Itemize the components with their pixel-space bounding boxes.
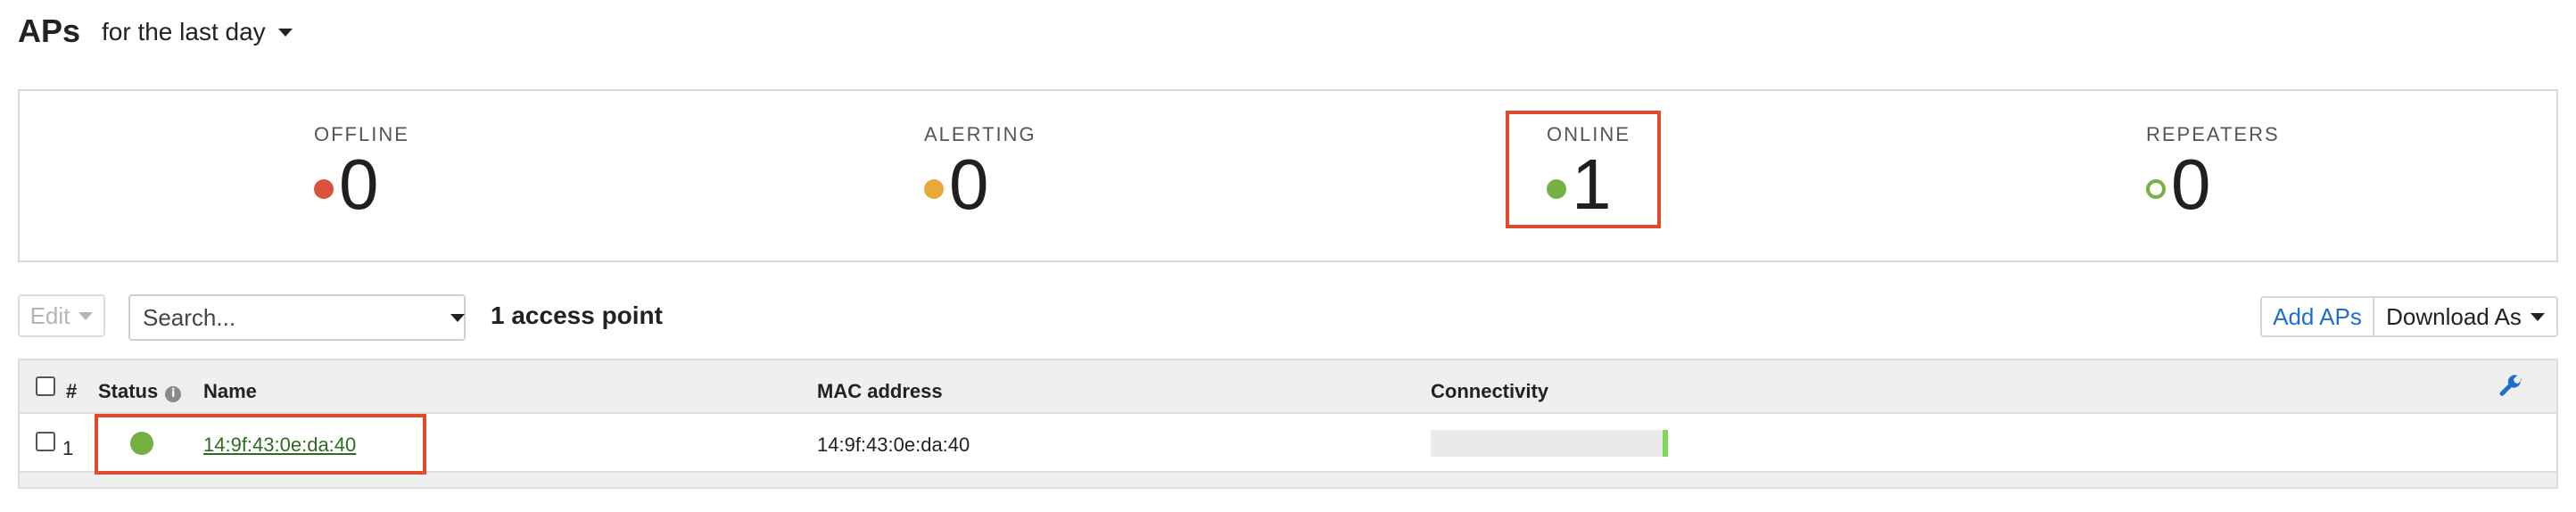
offline-count: 0 — [339, 145, 379, 224]
edit-button[interactable]: Edit — [18, 294, 105, 337]
wrench-icon[interactable] — [2498, 373, 2524, 400]
offline-label: OFFLINE — [314, 123, 409, 145]
chevron-down-icon — [78, 311, 94, 320]
column-mac-address[interactable]: MAC address — [817, 380, 943, 403]
repeaters-ring-icon — [2146, 179, 2166, 199]
search-dropdown[interactable] — [128, 294, 466, 341]
time-range-label: for the last day — [102, 18, 266, 45]
online-count: 1 — [1572, 145, 1612, 224]
mac-address: 14:9f:43:0e:da:40 — [817, 434, 970, 456]
info-icon[interactable]: i — [165, 386, 182, 402]
alerting-count: 0 — [949, 145, 989, 224]
online-label: ONLINE — [1547, 123, 1631, 145]
ap-status-summary: OFFLINE 0 ALERTING 0 ONLINE 1 REPEATERS … — [18, 89, 2558, 262]
row-number: 1 — [62, 437, 74, 459]
time-range-dropdown[interactable]: for the last day — [102, 18, 293, 46]
row-checkbox[interactable] — [36, 432, 55, 451]
table-footer — [20, 473, 2556, 487]
repeaters-count: 0 — [2171, 145, 2211, 224]
select-all-checkbox[interactable] — [36, 376, 55, 396]
column-status[interactable]: Status i — [98, 380, 182, 403]
connectivity-bar[interactable] — [1431, 430, 1668, 457]
add-aps-button[interactable]: Add APs — [2260, 296, 2374, 337]
table-header: # Status i Name MAC address Connectivity — [20, 360, 2556, 414]
chevron-down-icon — [2530, 312, 2545, 321]
download-as-label: Download As — [2386, 302, 2522, 330]
ap-name-text[interactable]: 14:9f:43:0e:da:40 — [203, 434, 356, 456]
ap-name-link[interactable]: 14:9f:43:0e:da:40 — [203, 434, 356, 457]
download-as-button[interactable]: Download As — [2373, 296, 2558, 337]
connectivity-fill — [1663, 430, 1668, 457]
access-points-table: # Status i Name MAC address Connectivity … — [18, 359, 2558, 489]
status-online-icon — [130, 432, 153, 455]
column-status-label: Status — [98, 380, 159, 402]
column-number: # — [66, 380, 78, 402]
column-name[interactable]: Name — [203, 380, 257, 403]
online-dot-icon — [1547, 179, 1566, 199]
chevron-down-icon[interactable] — [450, 313, 465, 322]
page-title: APs — [18, 12, 81, 49]
alerting-dot-icon — [924, 179, 944, 199]
search-input[interactable] — [141, 302, 443, 333]
column-connectivity[interactable]: Connectivity — [1431, 380, 1548, 403]
repeaters-label: REPEATERS — [2146, 123, 2280, 145]
offline-dot-icon — [314, 179, 334, 199]
table-row[interactable]: 1 14:9f:43:0e:da:40 14:9f:43:0e:da:40 — [20, 414, 2556, 473]
alerting-label: ALERTING — [924, 123, 1036, 145]
chevron-down-icon — [277, 28, 293, 37]
access-point-count: 1 access point — [491, 301, 663, 329]
edit-button-label: Edit — [29, 301, 70, 329]
